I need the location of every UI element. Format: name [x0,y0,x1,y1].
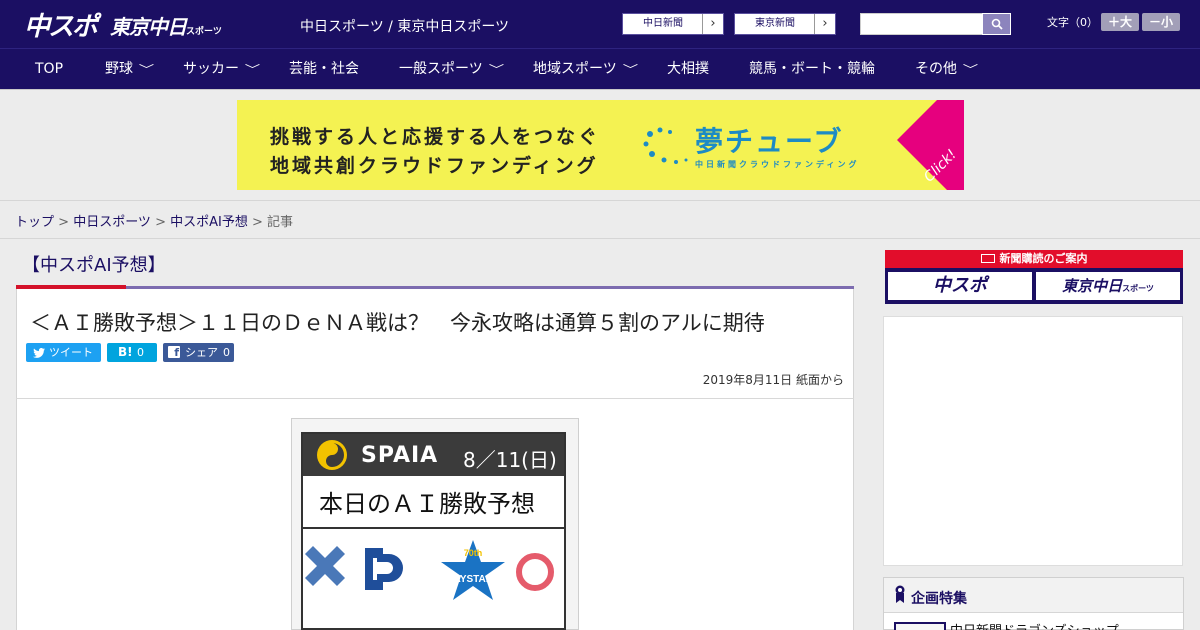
breadcrumb-sep: > [247,215,268,230]
article-header-divider [16,398,854,399]
search-icon [991,18,1003,30]
search-button[interactable] [982,13,1011,35]
image-date: 8／11(日) [463,448,557,472]
tokyo-shimbun-label: 東京新聞 [755,18,795,29]
dots-logo-icon [643,127,688,164]
nav-item-top[interactable]: TOP [35,49,63,90]
nav-item-general-sports[interactable]: 一般スポーツ ﹀ [399,49,504,90]
chunichi-shimbun-label: 中日新聞 [643,18,683,29]
feature-box: 企画特集 中日新聞ドラゴンズショップ [883,577,1184,630]
search-input[interactable] [860,13,984,35]
breadcrumb: トップ > 中日スポーツ > 中スポAI予想 > 記事 [15,211,293,230]
feature-item-link[interactable]: 中日新聞ドラゴンズショップ [950,620,1119,630]
subscribe-chuspo-button[interactable]: 中スポ [888,272,1032,300]
nav-divider [0,89,1200,90]
banner-line1: 挑戦する人と応援する人をつなぐ [270,126,601,148]
nav-item-soccer[interactable]: サッカー ﹀ [183,49,261,90]
facebook-share-button[interactable]: f シェア 0 [163,343,234,362]
chevron-down-icon: ﹀ [622,63,638,76]
svg-text:70th: 70th [464,548,483,558]
feature-title: 企画特集 [911,591,967,607]
tweet-button[interactable]: ツイート [26,343,101,362]
tokyo-chunichi-logo-sub: スポーツ [186,27,222,37]
twitter-icon [33,348,45,358]
nav-label: TOP [35,61,64,77]
nav-label: その他 [915,61,957,77]
article-title: ＜ＡＩ勝敗予想＞１１日のＤｅＮＡ戦は？ 今永攻略は通算５割のアルに期待 [30,311,765,335]
breadcrumb-sep: > [150,215,171,230]
chevron-right-icon: › [702,14,723,34]
hatena-icon: B! [118,345,133,359]
feature-thumbnail[interactable] [894,622,946,630]
breadcrumb-bar: トップ > 中日スポーツ > 中スポAI予想 > 記事 [0,200,1200,239]
nav-label: 大相撲 [667,61,709,77]
breadcrumb-sports[interactable]: 中日スポーツ [73,215,151,230]
nav-item-racing[interactable]: 競馬・ボート・競輪 [749,49,875,90]
dragons-logo-icon [305,546,403,590]
nav-item-regional-sports[interactable]: 地域スポーツ ﹀ [533,49,638,90]
feature-header: 企画特集 [884,578,1183,613]
font-larger-button[interactable]: ＋大 [1101,13,1139,31]
facebook-label: シェア [185,346,218,359]
banner-brand-sub: 中日新聞クラウドファンディング [695,160,860,169]
tweet-label: ツイート [49,346,93,359]
image-header: SPAIA 8／11(日) [303,434,564,476]
baystars-logo-icon: BAYSTARS 70th [441,540,505,600]
breadcrumb-category[interactable]: 中スポAI予想 [170,215,248,230]
tokyo-chunichi-logo-text: 東京中日 [110,15,187,39]
site-header: 中スポ 東京中日スポーツ 中日スポーツ / 東京中日スポーツ 中日新聞 › 東京… [0,0,1200,48]
chunichi-shimbun-button[interactable]: 中日新聞 › [622,13,724,35]
site-title[interactable]: 中日スポーツ / 東京中日スポーツ [300,16,509,36]
subscribe-tokyo-text: 東京中日 [1062,277,1123,295]
win-circle-icon [516,553,554,591]
font-size-label: 文字（0） [1047,16,1098,29]
crowdfunding-banner[interactable]: 挑戦する人と応援する人をつなぐ 地域共創クラウドファンディング 夢チューブ 中日… [237,100,964,190]
spaia-logo-icon [317,440,347,470]
subscribe-tokyo-small: スポーツ [1122,284,1154,293]
nav-label: サッカー [183,61,239,77]
ribbon-icon [895,585,905,603]
chevron-down-icon: ﹀ [244,63,261,76]
breadcrumb-top[interactable]: トップ [15,215,54,230]
nav-label: 一般スポーツ [399,61,483,77]
nav-item-other[interactable]: その他 ﹀ [915,49,979,90]
subscription-title-text: 新聞購読のご案内 [999,252,1088,265]
tokyo-shimbun-button[interactable]: 東京新聞 › [734,13,836,35]
chevron-down-icon: ﹀ [488,63,504,76]
image-divider [303,527,564,529]
tokyo-chunichi-logo[interactable]: 東京中日スポーツ [110,11,222,40]
svg-text:BAYSTARS: BAYSTARS [446,574,500,585]
facebook-count: 0 [223,346,230,359]
subscription-box: 新聞購読のご案内 中スポ 東京中日スポーツ [885,250,1183,304]
hatena-count: 0 [137,346,144,359]
sidebar-ad[interactable] [883,316,1183,566]
font-smaller-button[interactable]: －小 [1142,13,1180,31]
chuspo-logo[interactable]: 中スポ [24,6,98,43]
breadcrumb-sep: > [54,215,74,230]
banner-line2: 地域共創クラウドファンディング [270,155,599,177]
banner-brand: 夢チューブ [695,125,844,158]
breadcrumb-current: 記事 [267,215,294,230]
main-nav: TOP 野球 ﹀ サッカー ﹀ 芸能・社会 一般スポーツ ﹀ 地域スポーツ ﹀ 大相撲 … [0,48,1200,89]
article-image[interactable]: SPAIA 8／11(日) 本日のＡＩ勝敗予想 BAYSTARS 70th [301,432,566,630]
nav-label: 地域スポーツ [533,61,617,77]
nav-label: 競馬・ボート・競輪 [749,61,875,77]
chevron-right-icon: › [814,14,835,34]
section-title[interactable]: 【中スポAI予想】 [22,251,166,277]
image-title: 本日のＡＩ勝敗予想 [319,490,535,518]
subscription-title[interactable]: 新聞購読のご案内 [885,250,1183,268]
nav-label: 野球 [105,61,133,77]
nav-label: 芸能・社会 [289,61,359,77]
chevron-down-icon: ﹀ [138,63,155,76]
subscribe-tokyo-chunichi-button[interactable]: 東京中日スポーツ [1036,272,1180,300]
nav-item-sumo[interactable]: 大相撲 [667,49,709,90]
facebook-icon: f [168,346,180,359]
hatena-bookmark-button[interactable]: B! 0 [107,343,157,362]
nav-item-entertainment[interactable]: 芸能・社会 [289,49,359,90]
article-date: 2019年8月11日 紙面から [702,373,844,387]
nav-item-baseball[interactable]: 野球 ﹀ [105,49,155,90]
spaia-text: SPAIA [361,443,439,468]
chevron-down-icon: ﹀ [962,63,979,76]
ticket-icon [980,254,995,263]
